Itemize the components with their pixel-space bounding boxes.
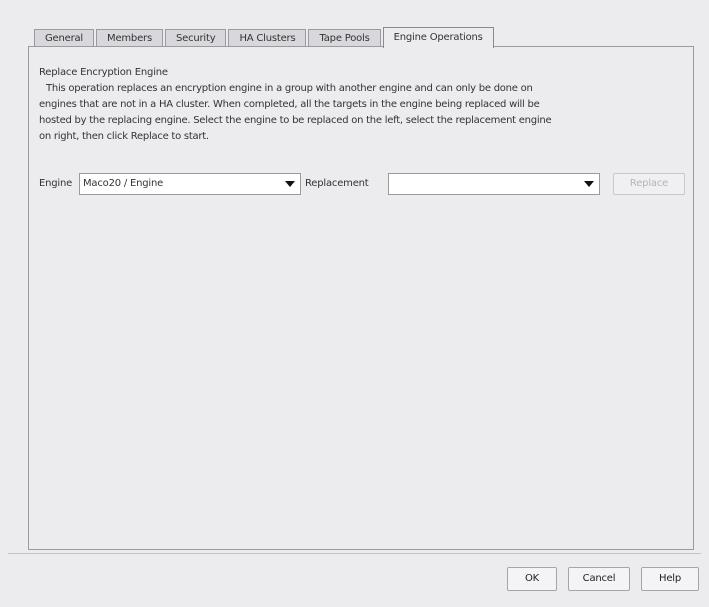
description-line: hosted by the replacing engine. Select t… [39,115,552,126]
section-title: Replace Encryption Engine [39,67,168,78]
engine-select-value: Maco20 / Engine [83,178,164,189]
chevron-down-icon [285,181,295,187]
tab-members[interactable]: Members [96,29,163,47]
dialog-window: General Members Security HA Clusters Tap… [0,0,709,607]
description-line: on right, then click Replace to start. [39,131,209,142]
replace-button[interactable]: Replace [613,173,685,195]
engine-select[interactable]: Maco20 / Engine [79,173,301,195]
chevron-down-icon [584,181,594,187]
tab-ha-clusters[interactable]: HA Clusters [228,29,307,47]
replacement-label: Replacement [305,178,369,189]
tab-bar: General Members Security HA Clusters Tap… [34,25,496,48]
ok-button[interactable]: OK [507,567,557,591]
description-line: This operation replaces an encryption en… [46,83,533,94]
engine-label: Engine [39,178,73,189]
cancel-button[interactable]: Cancel [568,567,630,591]
replacement-select[interactable] [388,173,600,195]
description-line: engines that are not in a HA cluster. Wh… [39,99,540,110]
section-description: This operation replaces an encryption en… [39,81,684,145]
replace-engine-row: Engine Maco20 / Engine Replacement Repla… [39,173,689,197]
divider [8,553,701,554]
tab-security[interactable]: Security [164,29,227,47]
tab-general[interactable]: General [34,29,95,47]
tab-engine-operations[interactable]: Engine Operations [382,27,494,48]
tab-panel: Replace Encryption Engine This operation… [28,46,694,550]
help-button[interactable]: Help [641,567,699,591]
tab-tape-pools[interactable]: Tape Pools [308,29,381,47]
